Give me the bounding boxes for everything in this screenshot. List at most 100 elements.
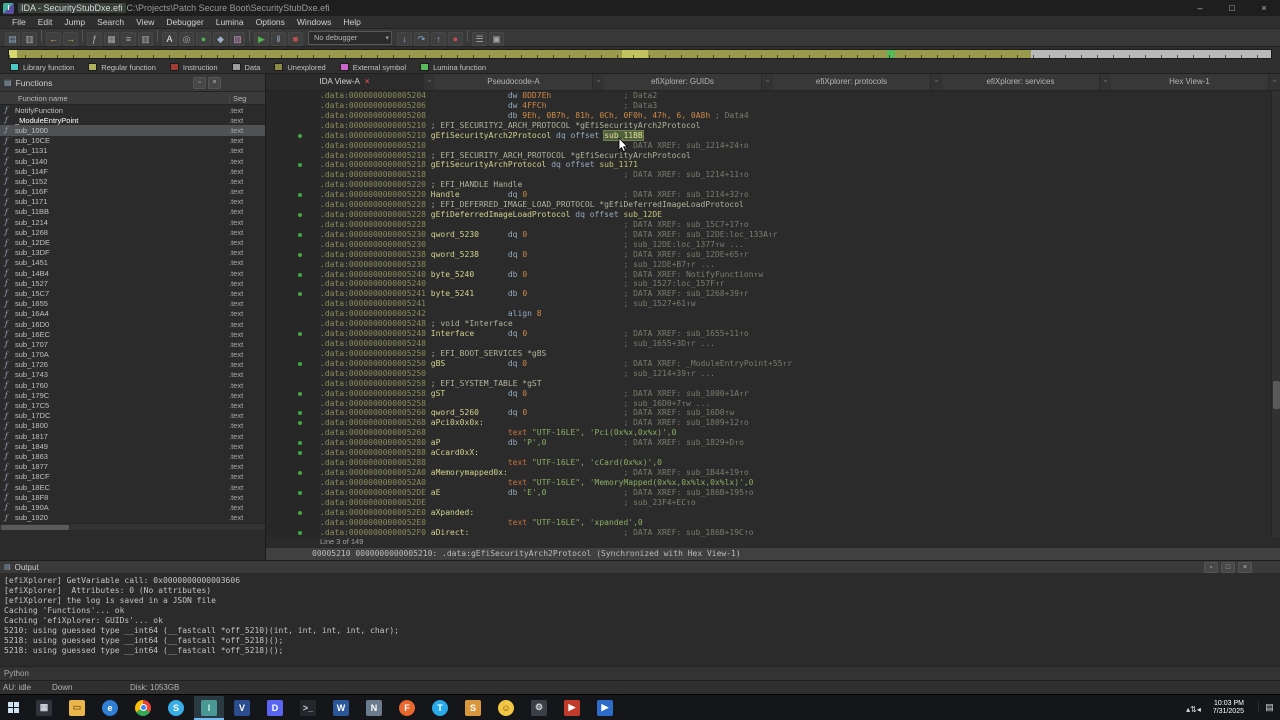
listing-line[interactable]: .data:0000000000005208 db 9Eh, 0B7h, 81h…: [266, 110, 1280, 121]
start-process-icon[interactable]: ▶: [254, 32, 269, 46]
volume-icon[interactable]: ◂: [1197, 705, 1201, 714]
functions-window-icon[interactable]: ƒ: [87, 31, 102, 46]
function-list-item[interactable]: ƒ sub_1451 .text: [0, 258, 265, 268]
function-list-item[interactable]: ƒ sub_1171 .text: [0, 197, 265, 207]
listing-line[interactable]: .data:0000000000005258 gST dq 0 ; DATA X…: [266, 388, 1280, 399]
tab-pseudocode-a[interactable]: Pseudocode-A: [435, 74, 593, 90]
function-list-item[interactable]: ƒ sub_1863 .text: [0, 451, 265, 461]
tab-efixplorer-services[interactable]: efiXplorer: services: [942, 74, 1100, 90]
function-list-item[interactable]: ƒ sub_17C5 .text: [0, 400, 265, 410]
menu-item-debugger[interactable]: Debugger: [160, 17, 209, 27]
function-list-item[interactable]: ƒ sub_1527 .text: [0, 278, 265, 288]
movies-app[interactable]: ▶: [597, 699, 613, 716]
listing-line[interactable]: .data:0000000000005280 aP db 'P',0 ; DAT…: [266, 438, 1280, 449]
function-list-item[interactable]: ƒ sub_1849 .text: [0, 441, 265, 451]
snapshot-icon[interactable]: ◆: [213, 32, 228, 46]
edge-browser-app[interactable]: e: [102, 699, 118, 716]
column-header-segment[interactable]: Seg: [229, 93, 265, 103]
tab-close-icon[interactable]: ×: [365, 77, 370, 86]
listing-line[interactable]: .data:0000000000005288 aCcard0xX:: [266, 448, 1280, 459]
function-list-item[interactable]: ƒ sub_1268 .text: [0, 227, 265, 237]
listing-line[interactable]: .data:0000000000005242 align 8: [266, 309, 1280, 320]
function-list-item[interactable]: ƒ sub_14B4 .text: [0, 268, 265, 278]
output-undock-icon[interactable]: ▫: [1204, 561, 1218, 573]
listing-line[interactable]: .data:0000000000005248 ; void *Interface: [266, 319, 1280, 330]
network-icon[interactable]: ⇅: [1190, 705, 1197, 714]
listing-line[interactable]: .data:0000000000005228 ; EFI_DEFERRED_IM…: [266, 200, 1280, 211]
listing-line[interactable]: .data:00000000000052F0 aDirect: ; DATA X…: [266, 527, 1280, 537]
nav-back-icon[interactable]: ←: [46, 31, 61, 46]
notes-app[interactable]: N: [366, 699, 382, 716]
listing-line[interactable]: .data:0000000000005240 ; sub_1527:loc_15…: [266, 279, 1280, 290]
stop-process-icon[interactable]: ■: [288, 31, 303, 46]
function-list-item[interactable]: ƒ sub_1152 .text: [0, 176, 265, 186]
file-explorer-app[interactable]: ▭: [69, 699, 85, 716]
ida-pro-app[interactable]: I: [194, 695, 224, 720]
maximize-button[interactable]: □: [1216, 0, 1248, 16]
close-button[interactable]: ×: [1248, 0, 1280, 16]
menu-item-lumina[interactable]: Lumina: [210, 17, 250, 27]
listing-line[interactable]: .data:0000000000005250 ; sub_1214+39↑r .…: [266, 368, 1280, 379]
save-icon[interactable]: ▤: [5, 32, 20, 46]
nav-forward-icon[interactable]: →: [63, 31, 78, 46]
sublime-app[interactable]: S: [465, 699, 481, 716]
listing-line[interactable]: .data:00000000000052A0 aMemorymapped0x: …: [266, 468, 1280, 478]
functions-hscrollbar-thumb[interactable]: [1, 525, 69, 530]
listing-line[interactable]: .data:0000000000005241 byte_5241 db 0 ; …: [266, 289, 1280, 300]
function-list-item[interactable]: ƒ sub_13DF .text: [0, 248, 265, 258]
function-list-item[interactable]: ƒ sub_18F8 .text: [0, 492, 265, 502]
tab-hex-view-1[interactable]: Hex View-1: [1111, 74, 1269, 90]
functions-hscrollbar[interactable]: [0, 523, 265, 530]
terminal-app[interactable]: >_: [300, 699, 316, 716]
listing-line[interactable]: .data:0000000000005218 gEfiSecurityArchP…: [266, 160, 1280, 171]
function-list-item[interactable]: ƒ sub_12DE .text: [0, 237, 265, 247]
minimize-button[interactable]: –: [1184, 0, 1216, 16]
listing-line[interactable]: .data:0000000000005250 gBS dq 0 ; DATA X…: [266, 358, 1280, 369]
menu-item-file[interactable]: File: [6, 17, 32, 27]
tab-efixplorer-protocols[interactable]: efiXplorer: protocols: [773, 74, 931, 90]
menu-item-windows[interactable]: Windows: [291, 17, 337, 27]
notification-center-icon[interactable]: ▤: [1258, 702, 1280, 713]
discord-app[interactable]: D: [267, 699, 283, 716]
text-search-icon[interactable]: A: [162, 31, 177, 46]
tab-efixplorer-guids[interactable]: efiXplorer: GUIDs: [604, 74, 762, 90]
function-list-item[interactable]: ƒ sub_16A4 .text: [0, 309, 265, 319]
settings-app[interactable]: ⚙: [531, 699, 547, 716]
function-list-item[interactable]: ƒ sub_10CE .text: [0, 136, 265, 146]
function-list-item[interactable]: ƒ sub_1760 .text: [0, 380, 265, 390]
function-list-item[interactable]: ƒ sub_11BB .text: [0, 207, 265, 217]
listing-line[interactable]: .data:0000000000005250 ; EFI_BOOT_SERVIC…: [266, 348, 1280, 359]
function-list-item[interactable]: ƒ sub_15C7 .text: [0, 288, 265, 298]
listing-line[interactable]: .data:0000000000005218 ; DATA XREF: sub_…: [266, 170, 1280, 181]
function-list-item[interactable]: ƒ sub_1877 .text: [0, 462, 265, 472]
structures-icon[interactable]: ▦: [104, 32, 119, 46]
skype-app[interactable]: S: [168, 699, 184, 716]
tab-window-icon[interactable]: ▫: [1100, 74, 1111, 90]
function-list-item[interactable]: ƒ sub_190A .text: [0, 502, 265, 512]
menu-item-jump[interactable]: Jump: [58, 17, 91, 27]
taskbar-clock[interactable]: 10:03 PM 7/31/2025: [1213, 700, 1244, 716]
function-list-item[interactable]: ƒ sub_1920 .text: [0, 513, 265, 523]
listing-line[interactable]: .data:00000000000052A0 text "UTF-16LE", …: [266, 477, 1280, 488]
listing-line[interactable]: .data:0000000000005220 ; EFI_HANDLE Hand…: [266, 180, 1280, 191]
function-list-item[interactable]: ƒ sub_1655 .text: [0, 299, 265, 309]
listing-line[interactable]: .data:0000000000005238 qword_5238 dq 0 ;…: [266, 249, 1280, 260]
output-close-icon[interactable]: ×: [1238, 561, 1252, 573]
function-list-item[interactable]: ƒ sub_1800 .text: [0, 421, 265, 431]
menu-item-search[interactable]: Search: [91, 17, 130, 27]
listing-line[interactable]: .data:0000000000005241 ; sub_1527+61↑w: [266, 299, 1280, 310]
tab-window-icon[interactable]: ▫: [1269, 74, 1280, 90]
export-data-icon[interactable]: ▥: [22, 32, 37, 46]
tab-ida-view-a[interactable]: IDA View-A ×: [266, 74, 424, 90]
listing-line[interactable]: .data:0000000000005260 qword_5260 dq 0 ;…: [266, 408, 1280, 419]
telegram-app[interactable]: T: [432, 699, 448, 716]
debugger-windows-icon[interactable]: ▣: [489, 32, 504, 46]
listing-line[interactable]: .data:0000000000005210 ; EFI_SECURITY2_A…: [266, 120, 1280, 131]
listing-line[interactable]: .data:0000000000005248 Interface dq 0 ; …: [266, 329, 1280, 340]
emoji-app[interactable]: ☺: [498, 699, 514, 716]
run-until-return-icon[interactable]: ↑: [431, 31, 446, 46]
navigation-band[interactable]: [0, 47, 1280, 61]
media-app[interactable]: ▶: [564, 699, 580, 716]
binary-search-icon[interactable]: ◎: [179, 32, 194, 46]
listing-line[interactable]: .data:0000000000005230 qword_5230 dq 0 ;…: [266, 229, 1280, 240]
